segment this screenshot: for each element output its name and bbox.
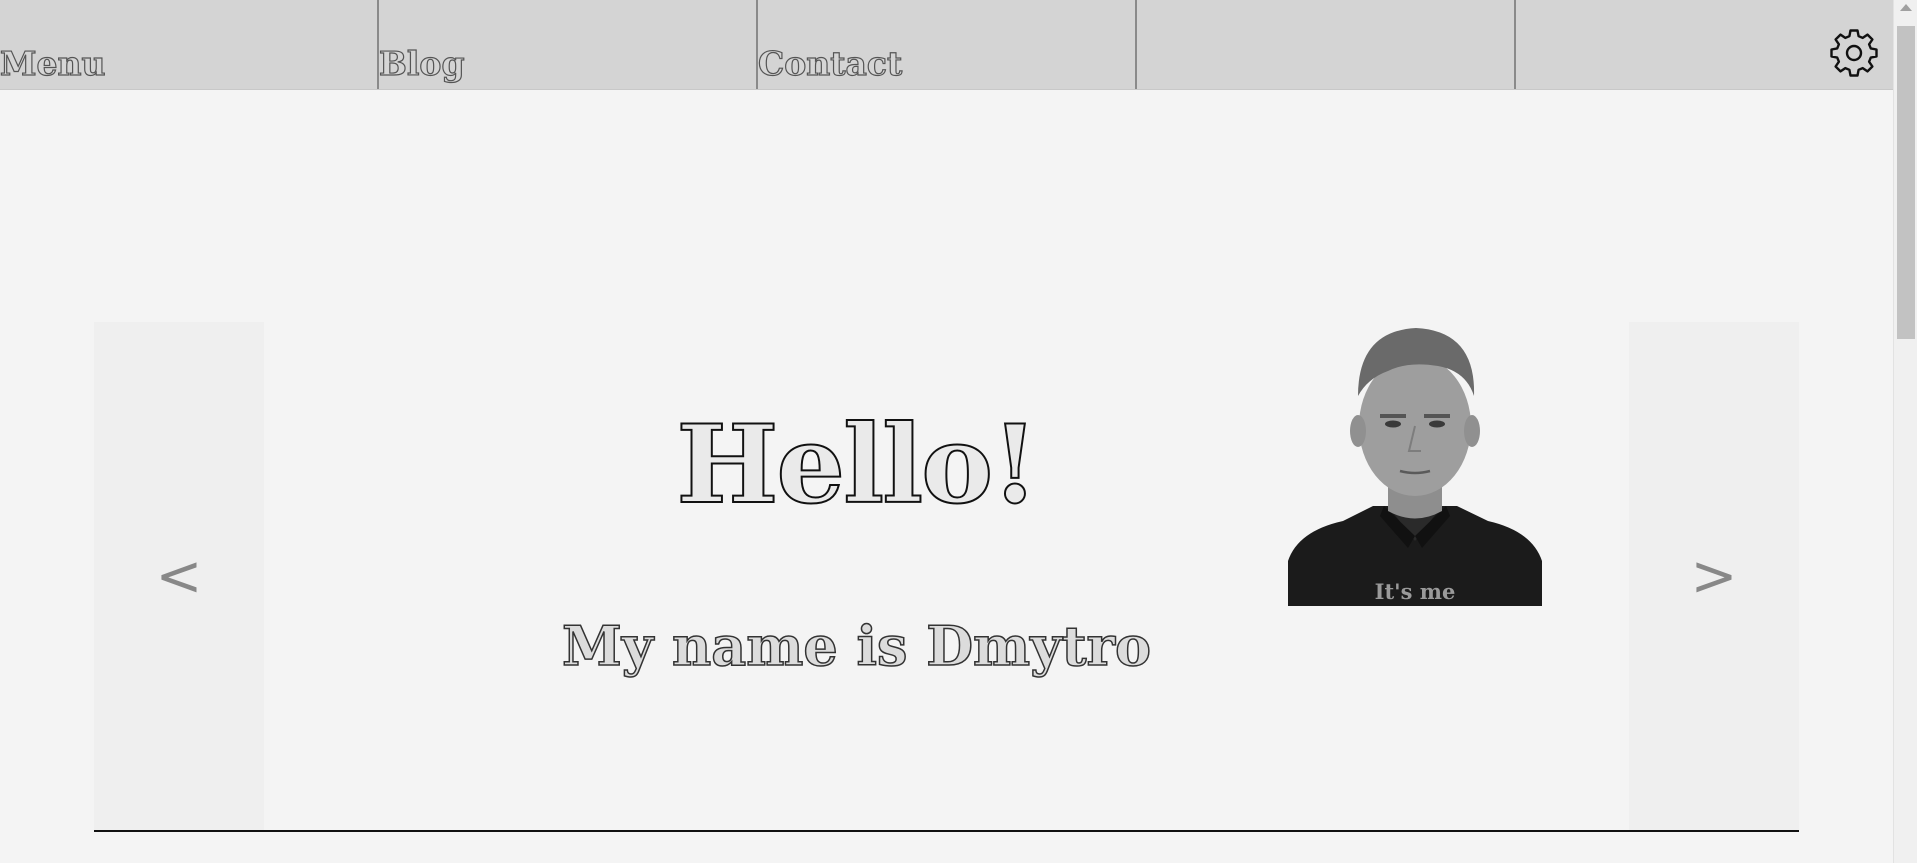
hero-subheading: My name is Dmytro: [561, 613, 1151, 679]
vertical-scrollbar[interactable]: [1893, 0, 1917, 863]
slider-next-button[interactable]: >: [1629, 322, 1799, 830]
photo-caption: It's me: [1374, 579, 1456, 604]
nav-item-menu[interactable]: Menu: [0, 0, 379, 89]
slider-prev-button[interactable]: <: [94, 322, 264, 830]
nav-item-contact[interactable]: Contact: [757, 0, 1137, 89]
scroll-thumb[interactable]: [1897, 26, 1915, 339]
nav-item-label: Menu: [0, 43, 106, 83]
hero-slider: < > Hello! My name is Dmytro It's me: [94, 322, 1799, 832]
top-nav: Menu Blog Contact: [0, 0, 1893, 90]
nav-item-empty: [1137, 0, 1516, 89]
nav-item-label: Contact: [757, 43, 903, 83]
hero-heading: Hello!: [675, 401, 1039, 529]
gear-icon[interactable]: [1830, 26, 1878, 80]
nav-item-label: Blog: [378, 43, 465, 83]
nav-item-blog[interactable]: Blog: [378, 0, 758, 89]
profile-photo: It's me: [1288, 326, 1542, 606]
scroll-up-arrow-icon[interactable]: [1900, 4, 1912, 11]
